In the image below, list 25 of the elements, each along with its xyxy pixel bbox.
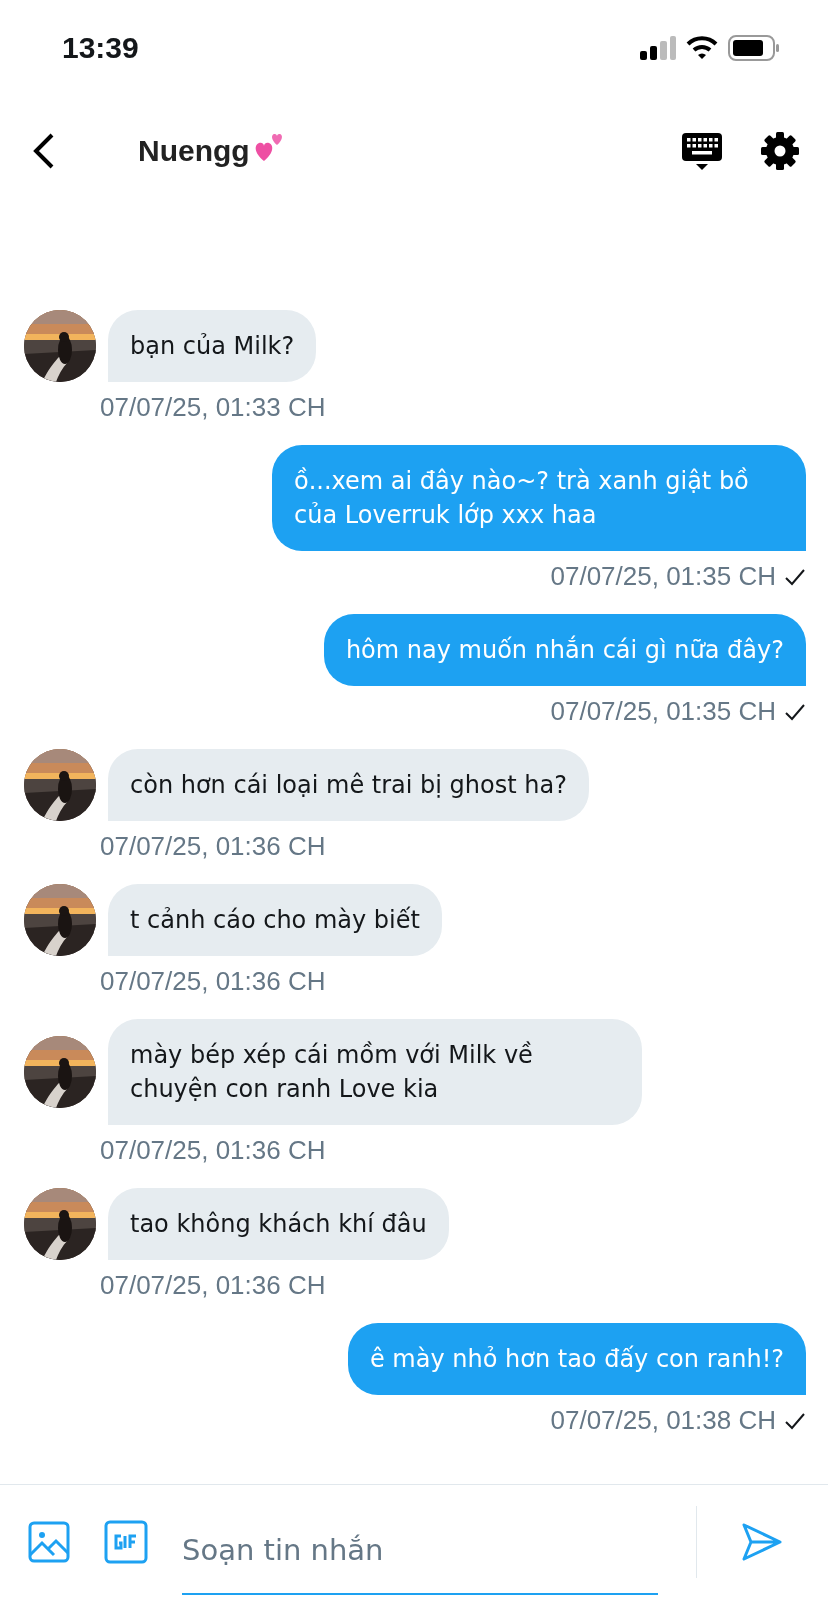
message-time: 07/07/25, 01:35 CH — [550, 696, 776, 727]
message-time: 07/07/25, 01:35 CH — [550, 561, 776, 592]
message-time: 07/07/25, 01:36 CH — [100, 966, 326, 997]
image-icon[interactable] — [28, 1520, 70, 1563]
message-bubble: ê mày nhỏ hơn tao đấy con ranh!? — [347, 1323, 806, 1395]
message-time: 07/07/25, 01:36 CH — [100, 831, 326, 862]
message-bubble: t cảnh cáo cho mày biết — [108, 884, 442, 956]
wifi-icon — [686, 36, 718, 60]
signal-icon — [640, 36, 676, 60]
status-time: 13:39 — [62, 31, 139, 65]
message-time: 07/07/25, 01:38 CH — [550, 1405, 776, 1436]
contact-name: Nuengg — [138, 134, 250, 168]
message-input[interactable]: Soạn tin nhắn — [182, 1506, 658, 1595]
message-bubble: tao không khách khí đâu — [108, 1188, 449, 1260]
message-bubble: ồ...xem ai đây nào~? trà xanh giật bồ của Loverruk lớp xxx haa — [272, 445, 806, 551]
message-time: 07/07/25, 01:36 CH — [100, 1135, 326, 1166]
message-time: 07/07/25, 01:36 CH — [100, 1270, 326, 1301]
settings-icon[interactable] — [760, 131, 800, 171]
message-bubble: mày bép xép cái mồm với Milk về chuyện con ranh Love kia — [108, 1019, 642, 1125]
battery-icon — [728, 35, 780, 61]
gif-icon[interactable] — [104, 1519, 148, 1564]
message-time: 07/07/25, 01:33 CH — [100, 392, 326, 423]
message-bubble: còn hơn cái loại mê trai bị ghost ha? — [108, 749, 589, 821]
message-bubble: bạn của Milk? — [108, 310, 317, 382]
message-bubble: hôm nay muốn nhắn cái gì nữa đây? — [323, 614, 806, 686]
